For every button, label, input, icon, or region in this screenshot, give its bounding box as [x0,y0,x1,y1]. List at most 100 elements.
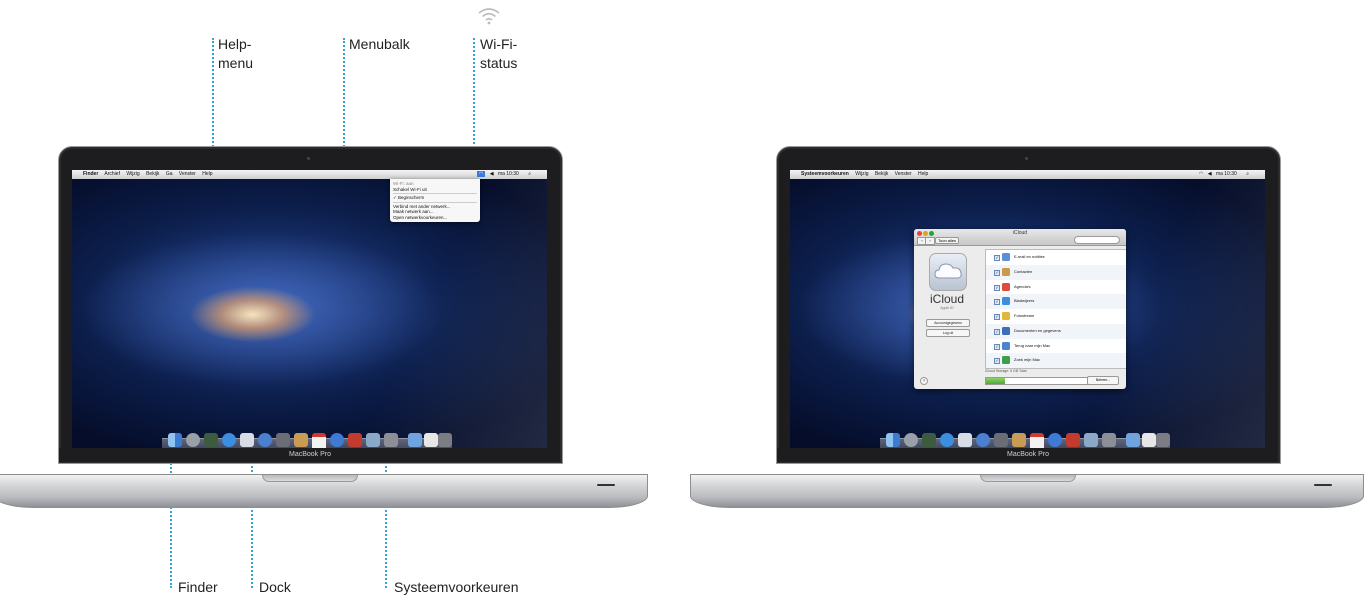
calendar-icon[interactable] [1030,433,1044,448]
mail-icon[interactable] [240,433,254,447]
service-label: Terug naar mijn Mac [1014,342,1051,348]
menu-wijzig[interactable]: Wijzig [855,171,868,177]
calendar-icon[interactable] [312,433,326,448]
forward-button[interactable]: › [925,237,935,245]
applications-folder-icon[interactable] [408,433,422,447]
wifi-menu-icon[interactable]: ◠ [476,171,486,177]
list-item[interactable]: ✓ Documenten en gegevens [986,323,1126,339]
lid-notch [980,475,1076,482]
list-item[interactable]: ✓ Terug naar mijn Mac [986,339,1126,354]
wifi-menu-toggle[interactable]: Schakel Wi-Fi uit [393,187,477,193]
bookmarks-icon [1002,297,1010,306]
icloud-preferences-window: iCloud ‹ › Toon alles iCloud Apple ID Ac… [914,229,1126,389]
menu-help[interactable]: Help [918,171,928,177]
volume-icon[interactable]: ◀ [490,171,494,177]
service-checkbox[interactable]: ✓ [994,255,1000,261]
trash-icon[interactable] [438,433,452,447]
search-input[interactable] [1074,236,1120,244]
wifi-menu-icon[interactable]: ◠ [1199,171,1203,177]
dock [880,433,1170,448]
service-checkbox[interactable]: ✓ [994,328,1000,335]
mission-control-icon[interactable] [922,433,936,447]
list-item[interactable]: ✓ Contacten [986,264,1126,280]
app-store-icon[interactable] [940,433,954,447]
menu-help[interactable]: Help [202,171,212,177]
system-preferences-icon[interactable] [1102,433,1116,447]
camera [307,157,310,160]
service-label: Contacten [1014,268,1033,274]
finder-icon[interactable] [886,433,900,447]
mail-icon[interactable] [958,433,972,447]
service-checkbox[interactable]: ✓ [994,358,1000,365]
spotlight-icon[interactable]: ⌕ [1246,171,1249,177]
menu-finder[interactable]: Finder [83,171,98,177]
service-checkbox[interactable]: ✓ [994,299,1000,306]
itunes-icon[interactable] [330,433,344,447]
help-button[interactable]: ? [920,377,928,385]
service-checkbox[interactable]: ✓ [994,284,1000,291]
wifi-menu-open-prefs[interactable]: Open netwerkvoorkeuren... [393,215,477,221]
wifi-menu-network[interactable]: ✓ Beginscherm [393,195,477,201]
icloud-account-pane: iCloud Apple ID Accountgegevens Log uit [918,249,976,385]
list-item[interactable]: ✓ Zoek mijn Mac [986,353,1126,368]
iphoto-icon[interactable] [1084,433,1098,447]
wifi-dropdown-menu: Wi-Fi: aan Schakel Wi-Fi uit ✓ Beginsche… [390,179,480,222]
menu-archief[interactable]: Archief [104,171,120,177]
list-item[interactable]: ✓ Fotostream [986,309,1126,324]
apple-id-text: Apple ID [940,306,954,310]
itunes-icon[interactable] [1048,433,1062,447]
list-item[interactable]: ✓ E-mail en notities [986,250,1126,265]
menu-venster[interactable]: Venster [179,171,196,177]
menu-ga[interactable]: Ga [166,171,173,177]
menu-bekijk[interactable]: Bekijk [875,171,888,177]
menubar-clock[interactable]: ma 10:30 [1216,171,1237,177]
iphoto-icon[interactable] [366,433,380,447]
system-preferences-icon[interactable] [384,433,398,447]
dock [162,433,452,448]
trash-icon[interactable] [1156,433,1170,447]
icloud-app-name: iCloud [929,292,965,306]
photo-booth-icon[interactable] [348,433,362,447]
contacts-icon [1002,267,1010,276]
service-label: Zoek mijn Mac [1014,357,1041,363]
finder-icon[interactable] [168,433,182,447]
camera [1025,157,1028,160]
launchpad-icon[interactable] [904,433,918,447]
photo-booth-icon[interactable] [1066,433,1080,447]
show-all-button[interactable]: Toon alles [935,237,960,244]
volume-icon[interactable]: ◀ [1208,171,1212,177]
photo-stream-icon [1002,312,1010,320]
service-checkbox[interactable]: ✓ [994,314,1000,320]
service-checkbox[interactable]: ✓ [994,343,1000,350]
menu-wijzig[interactable]: Wijzig [126,171,139,177]
facetime-icon[interactable] [994,433,1008,447]
finder-callout: Finder [178,579,218,595]
storage-fill [986,378,1006,384]
menubar-clock[interactable]: ma 10:30 [498,171,519,177]
window-titlebar[interactable]: iCloud ‹ › Toon alles [914,229,1126,246]
menu-bekijk[interactable]: Bekijk [146,171,159,177]
manage-storage-button[interactable]: Beheer... [1087,376,1119,385]
account-details-button[interactable]: Accountgegevens [926,319,970,327]
safari-icon[interactable] [258,433,272,447]
app-store-icon[interactable] [222,433,236,447]
lid-notch [262,475,358,482]
list-item[interactable]: ✓ Agenda's [986,280,1126,295]
service-label: Agenda's [1014,283,1031,289]
service-checkbox[interactable]: ✓ [994,269,1000,276]
mission-control-icon[interactable] [204,433,218,447]
applications-folder-icon[interactable] [1126,433,1140,447]
menu-venster[interactable]: Venster [895,171,912,177]
documents-icon[interactable] [424,433,438,447]
log-out-button[interactable]: Log uit [926,329,970,337]
menu-systeemvoorkeuren[interactable]: Systeemvoorkeuren [801,171,849,177]
contacts-icon[interactable] [1012,433,1026,447]
safari-icon[interactable] [976,433,990,447]
facetime-icon[interactable] [276,433,290,447]
contacts-icon[interactable] [294,433,308,447]
documents-icon [1002,326,1010,335]
launchpad-icon[interactable] [186,433,200,447]
documents-icon[interactable] [1142,433,1156,447]
list-item[interactable]: ✓ Bladwijzers [986,294,1126,309]
spotlight-icon[interactable]: ⌕ [528,171,531,177]
